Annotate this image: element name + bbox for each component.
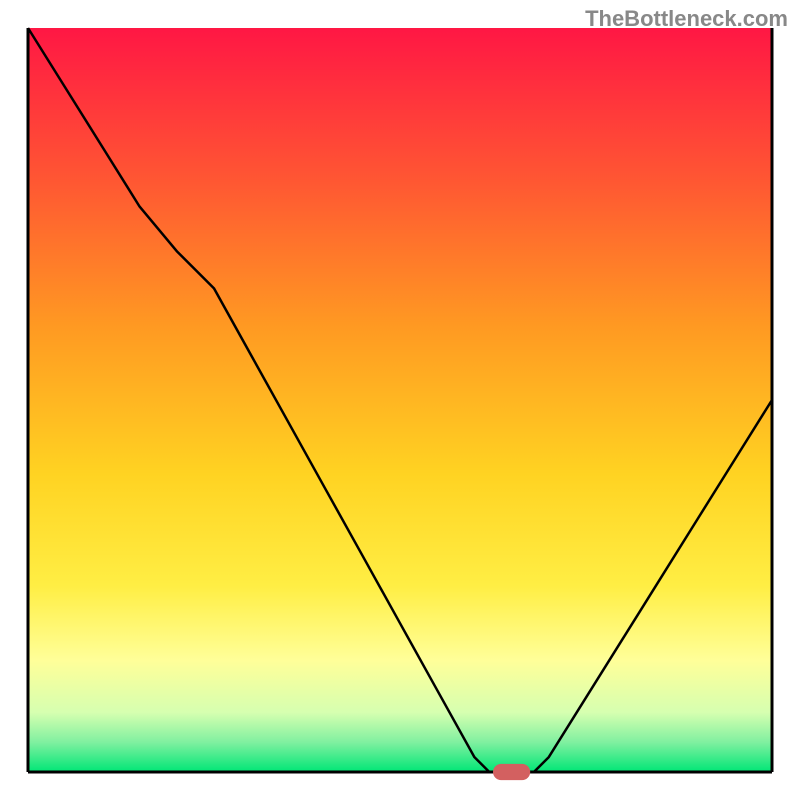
watermark-text: TheBottleneck.com xyxy=(585,6,788,32)
bottleneck-chart xyxy=(0,0,800,800)
chart-container: TheBottleneck.com xyxy=(0,0,800,800)
